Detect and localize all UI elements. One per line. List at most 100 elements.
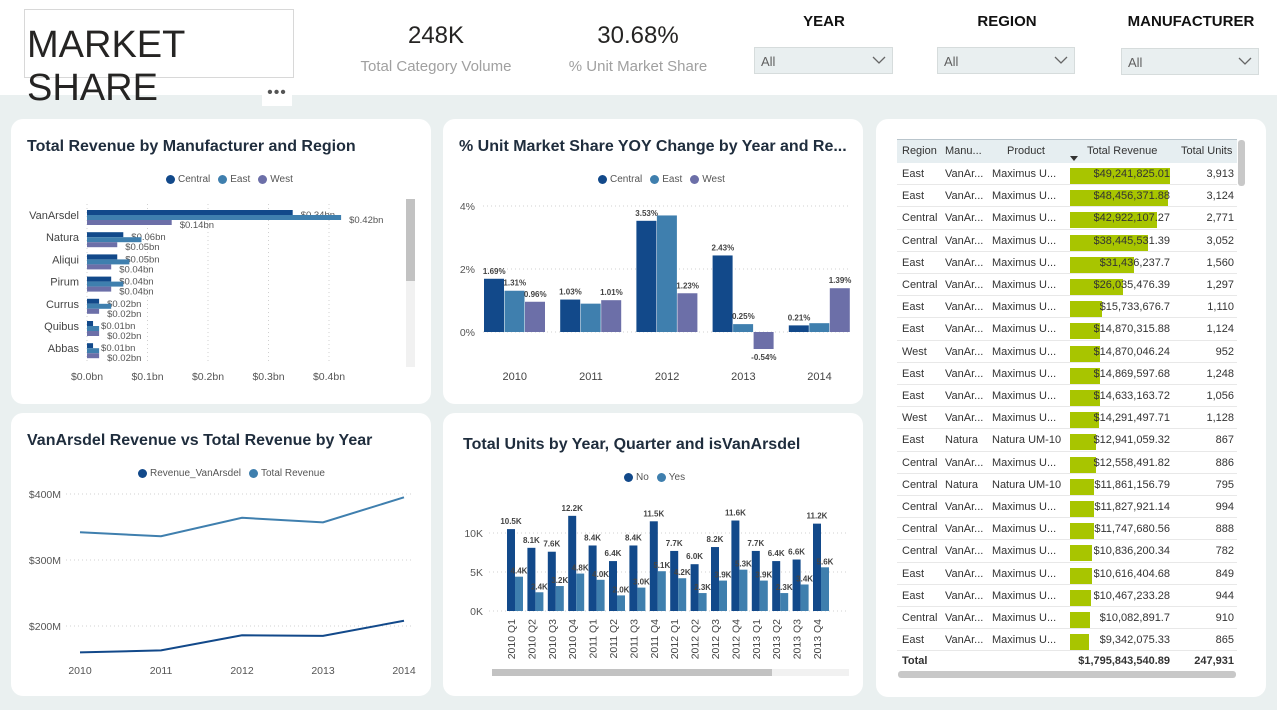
table-row[interactable]: East VanAr... Maximus U... $14,869,597.68 1,… — [897, 363, 1237, 385]
data-label: $0.02bn — [107, 331, 141, 342]
cell-total-units: 952 — [1215, 345, 1234, 358]
cell-manufacturer: VanAr... — [945, 323, 984, 336]
cell-product: Maximus U... — [992, 190, 1057, 203]
cell-total-revenue: $14,870,315.88 — [1093, 323, 1170, 336]
year-dropdown[interactable]: All — [754, 47, 893, 74]
table-row[interactable]: Central VanAr... Maximus U... $42,922,107.2… — [897, 207, 1237, 230]
cell-product: Maximus U... — [992, 634, 1057, 647]
cell-product: Maximus U... — [992, 589, 1057, 602]
cell-region: East — [902, 567, 925, 580]
table-row[interactable]: East Natura Natura UM-10 $12,941,059.32 867 — [897, 429, 1237, 452]
more-options-icon[interactable]: ••• — [262, 85, 292, 106]
cell-total-units: 867 — [1215, 434, 1234, 447]
cell-total-revenue: $12,558,491.82 — [1093, 456, 1170, 469]
yoy-change-card: % Unit Market Share YOY Change by Year a… — [443, 119, 863, 404]
cell-manufacturer: VanAr... — [945, 412, 984, 425]
report-header: MARKET SHARE 248K Total Category Volume … — [0, 0, 1277, 109]
table-row[interactable]: Central VanAr... Maximus U... $12,558,491.8… — [897, 452, 1237, 474]
table-row[interactable]: Central Natura Natura UM-10 $11,861,156.79 7… — [897, 474, 1237, 496]
bar-yes — [800, 584, 809, 611]
cell-total-revenue: $14,291,497.71 — [1093, 412, 1170, 425]
cell-total-units: 865 — [1215, 634, 1234, 647]
slicer-title: YEAR — [803, 13, 845, 30]
y-tick-label: 0K — [470, 606, 483, 618]
bar-no — [670, 550, 679, 611]
column-header-product[interactable]: Product — [1007, 145, 1045, 157]
data-label: 1.39% — [829, 276, 852, 285]
table-row[interactable]: Central VanAr... Maximus U... $11,827,921.1… — [897, 496, 1237, 519]
y-tick-label: $300M — [29, 555, 61, 567]
x-tick-label: 2010 Q4 — [567, 619, 579, 659]
data-label: 3.4K — [796, 574, 813, 583]
table-row[interactable]: East VanAr... Maximus U... $10,467,233.28 94… — [897, 585, 1237, 607]
revenue-data-bar — [1070, 612, 1091, 628]
cell-total-units: 2,771 — [1206, 212, 1234, 225]
x-tick-label: 2013 Q1 — [751, 619, 763, 659]
table-row[interactable]: West VanAr... Maximus U... $14,291,497.71 1,… — [897, 407, 1237, 430]
table-row[interactable]: Central VanAr... Maximus U... $10,836,200.3… — [897, 540, 1237, 563]
table-row[interactable]: East VanAr... Maximus U... $14,633,163.72 1,… — [897, 385, 1237, 408]
table-row[interactable]: East VanAr... Maximus U... $14,870,315.88 1,… — [897, 318, 1237, 341]
bar-west — [87, 331, 100, 336]
data-label: 3.0K — [633, 578, 650, 587]
table-row[interactable]: Central VanAr... Maximus U... $38,445,531.3… — [897, 230, 1237, 252]
table-row[interactable]: East VanAr... Maximus U... $15,733,676.7 1,1… — [897, 296, 1237, 319]
dropdown-value: All — [761, 54, 776, 69]
table-horizontal-scrollbar[interactable] — [898, 671, 1236, 678]
slicer-manufacturer: MANUFACTURER All — [1121, 13, 1261, 75]
x-tick-label: 2011 Q4 — [649, 619, 661, 659]
revenue-data-bar — [1070, 634, 1089, 651]
table-row[interactable]: East VanAr... Maximus U... $10,616,404.68 84… — [897, 563, 1237, 585]
table-row[interactable]: West VanAr... Maximus U... $14,870,046.24 95… — [897, 341, 1237, 363]
table-row[interactable]: Central VanAr... Maximus U... $11,747,680.5… — [897, 518, 1237, 541]
cell-total-revenue: $42,922,107.27 — [1093, 212, 1170, 225]
x-tick-label: 2013 Q2 — [771, 619, 783, 659]
table-row[interactable]: East VanAr... Maximus U... $48,456,371.88 3,… — [897, 185, 1237, 208]
table-row[interactable]: Central VanAr... Maximus U... $26,035,476.3… — [897, 274, 1237, 297]
cell-manufacturer: VanAr... — [945, 545, 984, 558]
bar-yes — [821, 567, 829, 611]
table-vertical-scrollbar[interactable] — [1238, 140, 1245, 186]
table-row[interactable]: Central VanAr... Maximus U... $10,082,891.7… — [897, 607, 1237, 630]
table-row[interactable]: East VanAr... Maximus U... $49,241,825.01 3,… — [897, 163, 1237, 186]
cell-manufacturer: VanAr... — [945, 567, 984, 580]
bar-yes — [780, 593, 789, 611]
cell-region: West — [902, 412, 927, 425]
data-label: 5.6K — [817, 557, 834, 566]
bar-central — [636, 220, 657, 332]
slicer-year: YEAR All — [754, 13, 894, 75]
chart-scrollbar-thumb — [492, 669, 772, 676]
data-label: 0.21% — [788, 313, 811, 322]
cell-total-units: 1,124 — [1206, 323, 1234, 336]
manufacturer-dropdown[interactable]: All — [1121, 48, 1259, 75]
category-label: VanArsdel — [29, 210, 79, 222]
x-tick-label: 2014 — [807, 371, 831, 383]
cell-product: Maximus U... — [992, 501, 1057, 513]
data-label: 1.23% — [676, 281, 699, 290]
cell-product: Maximus U... — [992, 345, 1057, 358]
cell-manufacturer: VanAr... — [945, 345, 984, 358]
cell-total-revenue: $11,861,156.79 — [1094, 478, 1170, 491]
cell-total-revenue: $14,870,046.24 — [1093, 345, 1170, 358]
x-tick-label: 2010 — [503, 371, 527, 383]
table-row[interactable]: East VanAr... Maximus U... $31,436,237.7 1,5… — [897, 252, 1237, 274]
bar-central — [712, 255, 733, 332]
bar-west — [87, 242, 118, 248]
column-header-region[interactable]: Region — [902, 145, 937, 157]
cell-total-revenue: $48,456,371.88 — [1093, 190, 1170, 203]
data-label: 2.3K — [776, 583, 793, 592]
column-header-total-revenue[interactable]: Total Revenue — [1087, 145, 1157, 157]
bar-west — [87, 353, 100, 359]
cell-product: Maximus U... — [992, 567, 1057, 580]
bar-east — [87, 281, 124, 287]
data-label: 4.4K — [511, 567, 528, 576]
sort-desc-icon — [1070, 156, 1078, 161]
revenue-data-bar — [1070, 567, 1092, 584]
data-label: 4.2K — [674, 568, 691, 577]
region-dropdown[interactable]: All — [937, 47, 1075, 74]
x-tick-label: 2012 — [230, 665, 254, 677]
data-label: 0.25% — [732, 312, 755, 321]
column-header-manufacturer[interactable]: Manu... — [945, 145, 982, 157]
data-label: 7.7K — [666, 539, 683, 548]
column-header-total-units[interactable]: Total Units — [1181, 145, 1232, 157]
